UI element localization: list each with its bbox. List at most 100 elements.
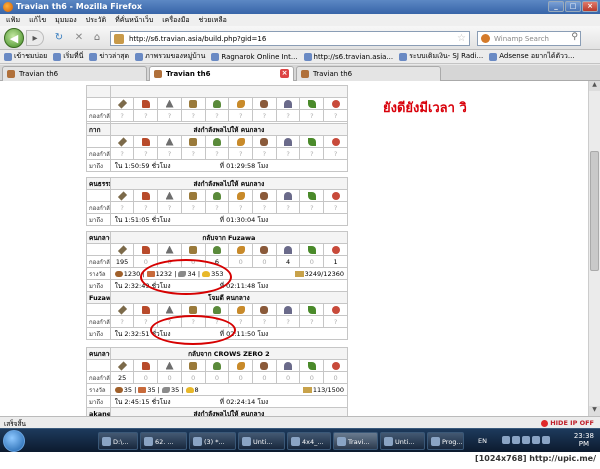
bookmark-item[interactable]: เริ่มที่นี่ bbox=[53, 52, 83, 61]
minimize-button[interactable]: _ bbox=[548, 1, 564, 12]
movement-title[interactable]: ส่งกำลังพลไปให้ คนกลาง bbox=[109, 177, 349, 190]
reload-icon[interactable]: ↻ bbox=[52, 30, 66, 46]
tab-travian-1[interactable]: Travian th6 bbox=[2, 66, 147, 81]
unit-icon bbox=[180, 303, 206, 316]
search-input[interactable]: Winamp Search ⚲ bbox=[477, 31, 581, 46]
home-icon[interactable]: ⌂ bbox=[90, 30, 104, 46]
back-button[interactable]: ◀ bbox=[4, 28, 24, 48]
unit-icon bbox=[252, 189, 277, 202]
unit-icon bbox=[157, 97, 182, 110]
browser-window: Travian th6 - Mozilla Firefox _ □ × แฟ้ม… bbox=[0, 0, 600, 469]
taskbar-button[interactable]: Prog... bbox=[427, 432, 464, 450]
tray-icon[interactable] bbox=[512, 436, 520, 444]
tab-travian-3[interactable]: Travian th6 bbox=[296, 66, 441, 81]
taskbar-button[interactable]: (3) *... bbox=[189, 432, 236, 450]
tray-icon[interactable] bbox=[502, 436, 510, 444]
movement-origin[interactable] bbox=[86, 85, 111, 98]
unit-icon bbox=[275, 243, 301, 256]
bookmark-star-icon[interactable]: ☆ bbox=[457, 33, 466, 44]
bookmark-item[interactable]: ระบบเติมเงิน- SJ Radi... bbox=[399, 52, 483, 61]
movement-title[interactable]: ส่งกำลังพลไปให้ คนกลาง bbox=[109, 123, 349, 136]
start-button[interactable] bbox=[3, 430, 25, 452]
movement-title[interactable]: โจมตี คนกลาง bbox=[109, 291, 349, 304]
troop-count: 1 bbox=[323, 255, 348, 268]
unit-icon bbox=[204, 359, 230, 372]
arrival-label: มาถึง bbox=[86, 159, 111, 172]
unit-icon bbox=[275, 97, 301, 110]
movement-title[interactable]: กลับจาก CROWS ZERO 2 bbox=[109, 347, 349, 360]
arrival-row: ใน 1:51:05 ชั่วโมง ที่ 01:30:04 โมง bbox=[109, 213, 349, 226]
movement-origin[interactable]: คนกลาง bbox=[86, 231, 111, 244]
menu-bookmarks[interactable]: ที่คั่นหน้าเว็บ bbox=[115, 15, 153, 25]
bookmark-item[interactable]: Ragnarok Online Int... bbox=[211, 52, 298, 61]
troop-count: ? bbox=[299, 147, 325, 160]
menu-file[interactable]: แฟ้ม bbox=[6, 15, 20, 25]
taskbar-button[interactable]: 62. ... bbox=[140, 432, 187, 450]
scroll-up-icon[interactable]: ▲ bbox=[589, 81, 600, 91]
movement-table: กากส่งกำลังพลไปให้ คนกลางกองกำลังทหาร???… bbox=[86, 123, 349, 172]
unit-icon bbox=[275, 189, 301, 202]
troop-count: ? bbox=[204, 109, 230, 122]
bookmark-icon bbox=[211, 52, 220, 61]
menu-view[interactable]: มุมมอง bbox=[55, 15, 76, 25]
clock[interactable]: 23:38 PM bbox=[574, 432, 594, 448]
scroll-thumb[interactable] bbox=[590, 151, 599, 271]
taskbar-button[interactable]: D:\... bbox=[98, 432, 138, 450]
menu-edit[interactable]: แก้ไข bbox=[29, 15, 46, 25]
troop-count: ? bbox=[275, 147, 301, 160]
bookmark-item[interactable]: Adsense อยากได้ตัวว... bbox=[489, 52, 575, 61]
tab-travian-2[interactable]: Travian th6 × bbox=[149, 66, 294, 81]
troop-count: ? bbox=[252, 109, 277, 122]
bookmark-item[interactable]: ภาพรวมของหมู่บ้าน bbox=[135, 52, 205, 61]
movement-origin[interactable]: Fuzawa bbox=[86, 291, 111, 304]
unit-icon bbox=[204, 303, 230, 316]
movement-table: akaneziiส่งกำลังพลไปให้ คนกลาง bbox=[86, 407, 349, 416]
url-bar[interactable]: http://s6.travian.asia/build.php?gid=16 … bbox=[110, 31, 470, 46]
language-indicator[interactable]: EN bbox=[478, 437, 487, 445]
taskbar-button[interactable]: 4x4_... bbox=[287, 432, 331, 450]
stop-icon[interactable]: ✕ bbox=[72, 30, 86, 46]
forward-button[interactable]: ▸ bbox=[26, 30, 44, 46]
menu-tools[interactable]: เครื่องมือ bbox=[162, 15, 189, 25]
movement-title[interactable]: กลับจาก Fuzawa bbox=[109, 231, 349, 244]
volume-icon[interactable] bbox=[532, 436, 540, 444]
movement-origin[interactable]: คนกลาง bbox=[86, 347, 111, 360]
menu-history[interactable]: ประวัติ bbox=[86, 15, 106, 25]
movement-origin[interactable]: กาก bbox=[86, 123, 111, 136]
troops-label: กองกำลังทหาร bbox=[86, 147, 111, 160]
maximize-button[interactable]: □ bbox=[565, 1, 581, 12]
taskbar-button[interactable]: Unti... bbox=[380, 432, 425, 450]
search-engine-icon[interactable] bbox=[481, 34, 490, 43]
unit-icon bbox=[109, 303, 135, 316]
network-icon[interactable] bbox=[542, 436, 550, 444]
hide-ip-toggle[interactable]: HIDE IP OFF bbox=[541, 419, 594, 427]
search-icon[interactable]: ⚲ bbox=[571, 32, 578, 42]
page-scrollbar[interactable]: ▲ ▼ bbox=[588, 81, 600, 416]
taskbar-button[interactable]: Travi... bbox=[333, 432, 378, 450]
troop-count: ? bbox=[252, 147, 277, 160]
bookmark-item[interactable]: เข้าชมบ่อย bbox=[4, 52, 47, 61]
scroll-down-icon[interactable]: ▼ bbox=[589, 406, 600, 416]
unit-icon bbox=[133, 189, 159, 202]
unit-icon bbox=[180, 243, 206, 256]
unit-icon bbox=[133, 97, 159, 110]
troop-count: 0 bbox=[228, 371, 254, 384]
movement-title[interactable] bbox=[109, 85, 349, 98]
bookmark-icon bbox=[135, 52, 144, 61]
close-tab-icon[interactable]: × bbox=[280, 69, 289, 78]
bookmark-item[interactable]: ข่าวล่าสุด bbox=[89, 52, 129, 61]
navigation-toolbar: ◀ ▸ ↻ ✕ ⌂ http://s6.travian.asia/build.p… bbox=[0, 26, 600, 50]
window-title: Travian th6 - Mozilla Firefox bbox=[16, 2, 142, 11]
tray-icon[interactable] bbox=[522, 436, 530, 444]
movement-origin[interactable]: คนธรรมดา bbox=[86, 177, 111, 190]
close-button[interactable]: × bbox=[582, 1, 598, 12]
movement-origin[interactable]: akanezii bbox=[86, 407, 111, 416]
menu-help[interactable]: ช่วยเหลือ bbox=[199, 15, 227, 25]
taskbar-button[interactable]: Unti... bbox=[238, 432, 285, 450]
bookmark-icon bbox=[53, 52, 62, 61]
unit-icon bbox=[299, 243, 325, 256]
app-icon bbox=[337, 437, 346, 446]
bookmark-item[interactable]: http://s6.travian.asia... bbox=[303, 52, 393, 61]
movement-title[interactable]: ส่งกำลังพลไปให้ คนกลาง bbox=[109, 407, 349, 416]
duration: 2:32:51 bbox=[124, 329, 150, 338]
